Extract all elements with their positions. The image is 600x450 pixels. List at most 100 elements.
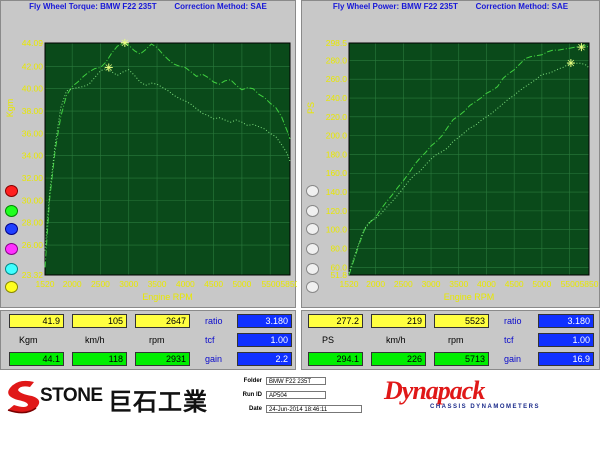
peak-speed-box: 226 [371,352,426,366]
y-tick-label: 34.00 [22,151,44,161]
power-readout: 277.2 219 5523 ratio 3.180 PS km/h rpm t… [301,310,600,370]
curve-select-red[interactable] [5,185,18,197]
curve-select-yellow[interactable] [5,281,18,293]
y-axis-label: Kgm [5,99,15,118]
x-tick-label: 2500 [91,279,110,289]
x-tick-label: 4000 [477,279,496,289]
unit-ps: PS [322,335,335,345]
x-tick-label: 2000 [63,279,82,289]
peak-speed-box: 118 [72,352,127,366]
x-tick-label: 4000 [176,279,195,289]
y-tick-label: 160.0 [326,168,348,178]
gain-label: gain [205,354,223,364]
y-tick-label: 26.00 [22,240,44,250]
stone-logo-cjk: 巨石工業 [108,389,208,416]
stone-logo: STONE 巨石工業 [4,376,236,416]
peak-marker [120,38,129,47]
y-tick-label: 298.5 [326,38,348,48]
x-tick-label: 2000 [366,279,385,289]
unit-kmh: km/h [386,335,406,345]
power-chart: 298.5 280.0 260.0 240.0 220.0 200.0 180.0 160.0… [306,38,599,302]
run-id-label: Run ID [242,392,262,398]
x-tick-label: 4500 [204,279,223,289]
peak-torque-box: 44.1 [9,352,64,366]
curve-select-white-1[interactable] [306,185,319,197]
speed-value-box: 219 [371,314,426,328]
ratio-label: ratio [504,316,522,326]
x-tick-label: 3000 [119,279,138,289]
y-tick-label: 36.00 [22,128,44,138]
torque-value-box: 41.9 [9,314,64,328]
plot-area [349,43,589,275]
y-tick-label: 42.00 [22,61,44,71]
curve-select-white-4[interactable] [306,243,319,255]
dynapack-logo: Dynapack CHASSIS DYNAMOMETERS [380,376,594,416]
x-tick-label: 55005850 [261,279,297,289]
ratio-value-box: 3.180 [538,314,594,328]
x-tick-label: 4500 [505,279,524,289]
unit-rpm: rpm [149,335,165,345]
y-tick-label: 44.09 [22,38,44,48]
gain-label: gain [504,354,522,364]
date-label: Date [248,406,262,412]
folder-field: BMW F22 235T [266,377,326,385]
x-tick-label: 55005850 [561,279,599,289]
unit-rpm: rpm [448,335,464,345]
tcf-value-box: 1.00 [237,333,292,347]
curve-select-magenta[interactable] [5,243,18,255]
torque-panel: Fly Wheel Torque: BMW F22 235T Correctio… [0,0,297,308]
peak-power-box: 294.1 [308,352,363,366]
peak-rpm-box: 2931 [135,352,190,366]
x-tick-label: 2500 [394,279,413,289]
curve-select-blue[interactable] [5,223,18,235]
y-tick-label: 120.0 [326,206,348,216]
x-tick-label: 3000 [422,279,441,289]
dynapack-logo-subtitle: CHASSIS DYNAMOMETERS [430,404,541,410]
curve-select-white-3[interactable] [306,223,319,235]
x-tick-label: 1520 [36,279,55,289]
curve-select-white-6[interactable] [306,281,319,293]
y-tick-label: 30.00 [22,195,44,205]
y-tick-label: 28.00 [22,218,44,228]
y-axis-label: PS [306,102,316,114]
folder-label: Folder [243,378,262,384]
rpm-value-box: 5523 [434,314,489,328]
gain-value-box: 16.9 [538,352,594,366]
x-axis-label: Engine RPM [444,292,495,302]
y-tick-label: 32.00 [22,173,44,183]
curve-select-green[interactable] [5,205,18,217]
x-tick-label: 3500 [148,279,167,289]
peak-marker [566,59,575,68]
tcf-value-box: 1.00 [538,333,594,347]
rpm-value-box: 2647 [135,314,190,328]
plot-area [45,43,290,275]
x-axis-label: Engine RPM [142,292,193,302]
y-tick-label: 100.0 [326,225,348,235]
peak-marker [104,63,113,72]
unit-kgm: Kgm [19,335,38,345]
x-tick-label: 5000 [532,279,551,289]
gain-value-box: 2.2 [237,352,292,366]
y-tick-label: 240.0 [326,93,348,103]
curve-select-white-2[interactable] [306,205,319,217]
y-tick-label: 80.0 [330,243,347,253]
torque-readout: 41.9 105 2647 ratio 3.180 Kgm km/h rpm t… [0,310,296,370]
y-tick-label: 280.0 [326,55,348,65]
y-tick-label: 38.00 [22,106,44,116]
power-panel: Fly Wheel Power: BMW F22 235T Correction… [301,0,600,308]
speed-value-box: 105 [72,314,127,328]
y-tick-label: 200.0 [326,131,348,141]
y-tick-label: 260.0 [326,74,348,84]
x-tick-label: 1520 [340,279,359,289]
dynapack-logo-text: Dynapack [384,376,485,405]
ratio-label: ratio [205,316,223,326]
power-value-box: 277.2 [308,314,363,328]
curve-select-cyan[interactable] [5,263,18,275]
y-tick-label: 180.0 [326,149,348,159]
run-info: Folder BMW F22 235T Run ID AP504 Date 24… [236,376,366,418]
date-field: 24-Jun-2014 18:46:11 [266,405,362,413]
peak-rpm-box: 5713 [434,352,489,366]
curve-select-white-5[interactable] [306,263,319,275]
y-tick-label: 220.0 [326,112,348,122]
y-tick-label: 40.00 [22,84,44,94]
